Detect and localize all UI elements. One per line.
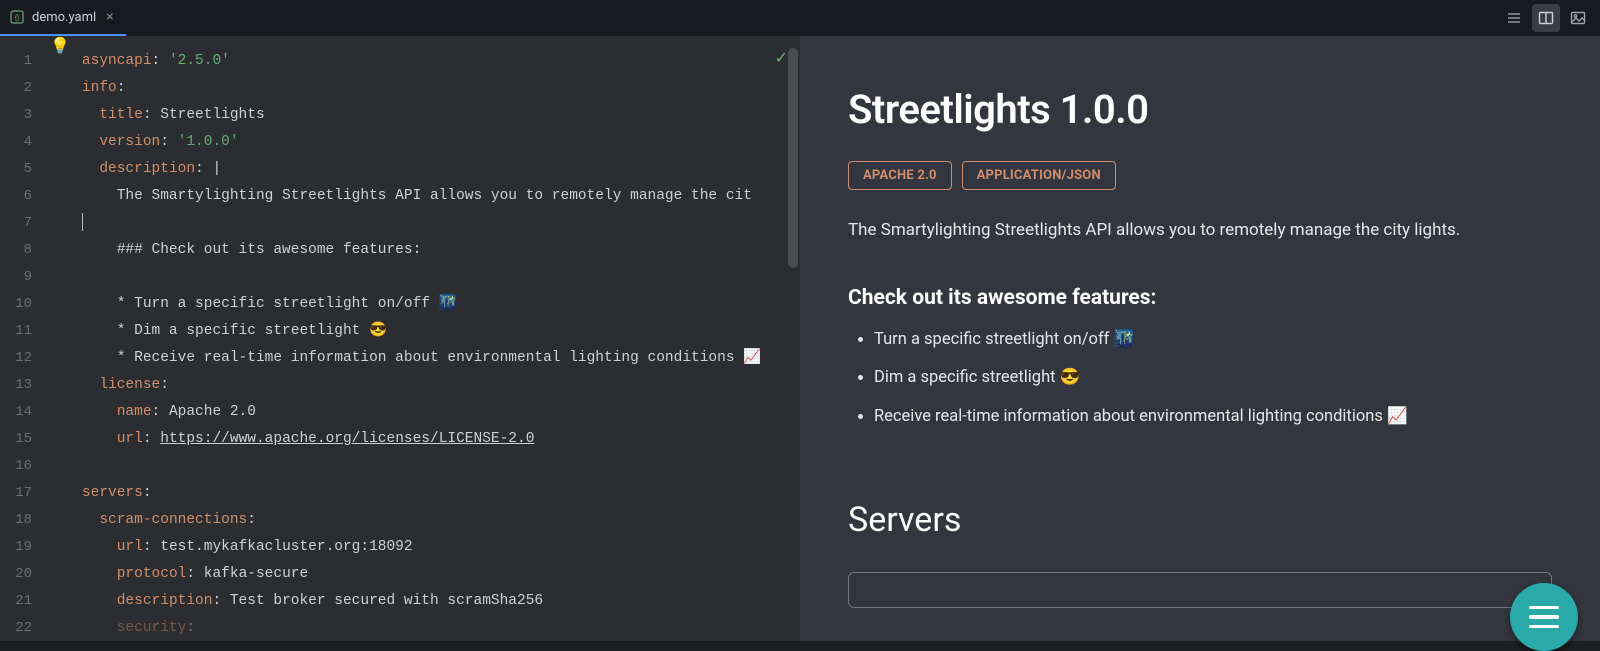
line-number: 16 — [0, 453, 50, 480]
preview-pane[interactable]: Streetlights 1.0.0 APACHE 2.0 APPLICATION… — [800, 36, 1600, 641]
feature-item: Turn a specific streetlight on/off 🌃 — [874, 328, 1552, 353]
line-number: 7 — [0, 210, 50, 237]
code-line — [82, 453, 800, 480]
feature-item: Dim a specific streetlight 😎 — [874, 366, 1552, 391]
editor-pane[interactable]: ✓ 12345678910111213141516171819202122 💡 … — [0, 36, 800, 641]
code-line: protocol: kafka-secure — [82, 561, 800, 588]
line-number: 20 — [0, 561, 50, 588]
code-line: * Receive real-time information about en… — [82, 345, 800, 372]
code-line: ### Check out its awesome features: — [82, 237, 800, 264]
code-line: info: — [82, 75, 800, 102]
line-number: 21 — [0, 588, 50, 615]
tab-filename: demo.yaml — [32, 10, 96, 25]
code-line: security: — [82, 615, 800, 641]
api-description: The Smartylighting Streetlights API allo… — [848, 218, 1552, 244]
line-number: 12 — [0, 345, 50, 372]
badge[interactable]: APPLICATION/JSON — [962, 161, 1116, 190]
code-line: url: test.mykafkacluster.org:18092 — [82, 534, 800, 561]
code-line: url: https://www.apache.org/licenses/LIC… — [82, 426, 800, 453]
split-preview-icon[interactable] — [1532, 4, 1560, 32]
code-line: description: | — [82, 156, 800, 183]
code-line: description: Test broker secured with sc… — [82, 588, 800, 615]
line-gutter: 12345678910111213141516171819202122 — [0, 36, 50, 641]
code-line: title: Streetlights — [82, 102, 800, 129]
code-line: version: '1.0.0' — [82, 129, 800, 156]
line-number: 4 — [0, 129, 50, 156]
line-number: 19 — [0, 534, 50, 561]
code-line: asyncapi: '2.5.0' — [82, 48, 800, 75]
code-line: name: Apache 2.0 — [82, 399, 800, 426]
lightbulb-icon[interactable]: 💡 — [50, 36, 70, 641]
code-line: scram-connections: — [82, 507, 800, 534]
line-number: 13 — [0, 372, 50, 399]
tab-bar: {} demo.yaml × — [0, 0, 1600, 36]
features-heading: Check out its awesome features: — [848, 286, 1552, 310]
code-line: * Dim a specific streetlight 😎 — [82, 318, 800, 345]
list-view-icon[interactable] — [1500, 4, 1528, 32]
yaml-file-icon: {} — [10, 10, 24, 24]
line-number: 3 — [0, 102, 50, 129]
line-number: 5 — [0, 156, 50, 183]
badge[interactable]: APACHE 2.0 — [848, 161, 952, 190]
line-number: 14 — [0, 399, 50, 426]
code-area[interactable]: asyncapi: '2.5.0'info: title: Streetligh… — [70, 36, 800, 641]
line-number: 15 — [0, 426, 50, 453]
text-caret — [82, 213, 84, 231]
badge-row: APACHE 2.0 APPLICATION/JSON — [848, 161, 1552, 190]
line-number: 6 — [0, 183, 50, 210]
checkmark-icon: ✓ — [775, 48, 788, 67]
line-number: 22 — [0, 615, 50, 642]
line-number: 8 — [0, 237, 50, 264]
code-line: * Turn a specific streetlight on/off 🌃 — [82, 291, 800, 318]
code-line: The Smartylighting Streetlights API allo… — [82, 183, 800, 210]
line-number: 18 — [0, 507, 50, 534]
servers-heading: Servers — [848, 500, 1552, 540]
line-number: 10 — [0, 291, 50, 318]
line-number: 2 — [0, 75, 50, 102]
top-right-actions — [1500, 0, 1592, 36]
code-line: servers: — [82, 480, 800, 507]
svg-text:{}: {} — [15, 13, 20, 22]
server-card[interactable] — [848, 572, 1552, 608]
line-number: 9 — [0, 264, 50, 291]
code-line — [82, 210, 800, 237]
line-number: 17 — [0, 480, 50, 507]
line-number: 11 — [0, 318, 50, 345]
code-line: license: — [82, 372, 800, 399]
code-line — [82, 264, 800, 291]
image-view-icon[interactable] — [1564, 4, 1592, 32]
api-title: Streetlights 1.0.0 — [848, 86, 1552, 133]
feature-item: Receive real-time information about envi… — [874, 405, 1552, 430]
features-list: Turn a specific streetlight on/off 🌃 Dim … — [848, 328, 1552, 430]
editor-scrollbar[interactable] — [788, 48, 798, 268]
file-tab[interactable]: {} demo.yaml × — [0, 0, 126, 36]
line-number: 1 — [0, 48, 50, 75]
close-tab-icon[interactable]: × — [104, 9, 115, 25]
